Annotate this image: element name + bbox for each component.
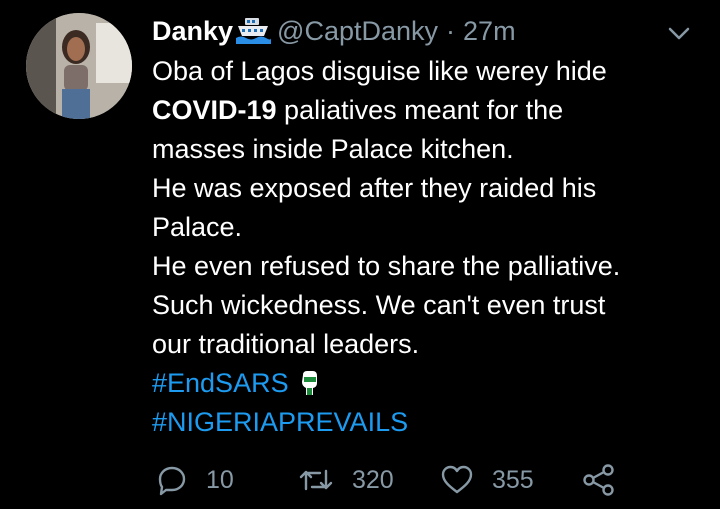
raised-fist-icon: [299, 369, 319, 397]
like-count: 355: [492, 465, 534, 494]
chevron-down-icon[interactable]: [664, 18, 694, 48]
tweet-line: Palace.: [152, 212, 243, 242]
tweet-line: He was exposed after they raided his: [152, 173, 597, 203]
reply-count: 10: [206, 465, 234, 494]
retweet-count: 320: [352, 465, 394, 494]
bold-text: COVID-19: [152, 95, 277, 125]
tweet-line: He even refused to share the palliative.: [152, 251, 621, 281]
reply-button[interactable]: 10: [156, 464, 298, 496]
tweet-line: Such wickedness. We can't even trust: [152, 290, 606, 320]
tweet-line: COVID-19 paliatives meant for the: [152, 95, 564, 125]
hashtag-line: #NIGERIAPREVAILS: [152, 403, 712, 442]
hashtag-line: #EndSARS: [152, 364, 712, 403]
author-name[interactable]: Danky: [152, 16, 233, 47]
tweet-timestamp[interactable]: 27m: [463, 16, 516, 47]
avatar[interactable]: [26, 13, 132, 119]
tweet-header: Danky @CaptDanky · 27m: [152, 12, 516, 50]
tweet-text: Oba of Lagos disguise like werey hide CO…: [152, 52, 712, 442]
avatar-photo: [26, 13, 132, 119]
hashtag-endsars[interactable]: #EndSARS: [152, 368, 289, 398]
share-icon: [583, 464, 614, 496]
retweet-icon: [299, 469, 333, 491]
tweet-line: masses inside Palace kitchen.: [152, 134, 514, 164]
tweet-line: Oba of Lagos disguise like werey hide: [152, 56, 607, 86]
heart-icon: [441, 465, 473, 494]
retweet-button[interactable]: 320: [298, 464, 440, 496]
hashtag-nigeriaprevails[interactable]: #NIGERIAPREVAILS: [152, 407, 408, 437]
tweet[interactable]: Danky @CaptDanky · 27m Oba of Lagos disg…: [0, 0, 720, 509]
reply-icon: [158, 466, 186, 496]
author-handle[interactable]: @CaptDanky: [277, 16, 438, 47]
separator-dot: ·: [446, 15, 456, 46]
tweet-line: our traditional leaders.: [152, 329, 420, 359]
share-button[interactable]: [582, 463, 616, 497]
like-button[interactable]: 355: [440, 464, 582, 496]
tweet-actions: 10 320 355: [156, 462, 616, 498]
ship-icon: [235, 16, 272, 46]
